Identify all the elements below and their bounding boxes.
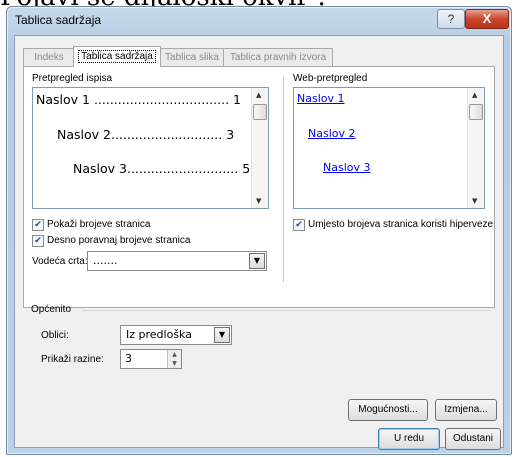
dropdown-arrow-icon[interactable]: ▼	[214, 327, 230, 343]
tab-table-of-contents[interactable]: Tablica sadržaja	[73, 46, 161, 67]
tab-leader-select[interactable]: ....... ▼	[87, 251, 267, 271]
show-page-numbers-label: Pokaži brojeve stranica	[47, 219, 151, 230]
show-levels-value: 3	[125, 352, 132, 365]
preview-heading-3: Naslov 3............................ 5	[73, 161, 251, 176]
web-preview-scrollbar[interactable]: ▲ ▼	[467, 88, 484, 208]
web-preview-label: Web-pretpregled	[293, 73, 368, 84]
scroll-thumb[interactable]	[253, 104, 267, 120]
tab-table-of-authorities[interactable]: Tablica pravnih izvora	[223, 48, 333, 66]
web-link-heading-1[interactable]: Naslov 1	[297, 92, 345, 105]
tab-panel: Pretpregled ispisa Naslov 1 ............…	[23, 66, 495, 308]
preview-divider	[283, 77, 284, 282]
cancel-button[interactable]: Odustani	[445, 428, 501, 450]
use-hyperlinks-checkbox[interactable]: ✔	[293, 219, 305, 231]
scroll-thumb[interactable]	[469, 104, 483, 120]
scroll-down-icon[interactable]: ▼	[472, 197, 477, 205]
tab-table-of-figures[interactable]: Tablica slika	[159, 48, 225, 66]
show-page-numbers-checkbox[interactable]: ✔	[32, 219, 44, 231]
dropdown-arrow-icon[interactable]: ▼	[249, 253, 265, 269]
web-preview-box: Naslov 1 Naslov 2 Naslov 3 ▲ ▼	[293, 87, 485, 209]
spin-up-icon[interactable]: ▲	[168, 350, 181, 359]
close-button[interactable]: X	[465, 9, 509, 29]
scroll-down-icon[interactable]: ▼	[256, 197, 261, 205]
scroll-up-icon[interactable]: ▲	[472, 91, 477, 99]
show-levels-spinner[interactable]: 3 ▲ ▼	[120, 349, 182, 369]
dialog-title: Tablica sadržaja	[15, 13, 102, 27]
preview-heading-1: Naslov 1 ...............................…	[36, 92, 241, 107]
web-link-heading-3[interactable]: Naslov 3	[323, 161, 371, 174]
formats-label: Oblici:	[41, 330, 69, 341]
print-preview-box: Naslov 1 ...............................…	[32, 87, 269, 209]
ok-button[interactable]: U redu	[378, 428, 440, 450]
help-button[interactable]: ?	[437, 9, 465, 29]
general-group-line	[83, 310, 491, 311]
print-preview-label: Pretpregled ispisa	[32, 73, 113, 84]
spinner-buttons[interactable]: ▲ ▼	[167, 350, 181, 368]
formats-select[interactable]: Iz predloška ▼	[120, 325, 232, 345]
title-bar[interactable]: Tablica sadržaja ? X	[7, 7, 511, 35]
right-align-page-numbers-checkbox[interactable]: ✔	[32, 235, 44, 247]
dialog-client-area: Indeks Tablica sadržaja Tablica slika Ta…	[14, 35, 504, 450]
general-group-label: Općenito	[31, 304, 72, 315]
preview-heading-2: Naslov 2............................ 3	[57, 127, 235, 142]
print-preview-scrollbar[interactable]: ▲ ▼	[251, 88, 268, 208]
spin-down-icon[interactable]: ▼	[168, 359, 181, 368]
modify-button[interactable]: Izmjena...	[435, 399, 497, 421]
tab-index[interactable]: Indeks	[23, 48, 75, 66]
web-link-heading-2[interactable]: Naslov 2	[308, 127, 356, 140]
use-hyperlinks-label: Umjesto brojeva stranica koristi hiperve…	[308, 219, 494, 230]
options-button[interactable]: Mogućnosti...	[348, 399, 428, 421]
formats-value: Iz predloška	[126, 328, 192, 341]
table-of-contents-dialog: Tablica sadržaja ? X Indeks Tablica sadr…	[6, 6, 512, 455]
scroll-up-icon[interactable]: ▲	[256, 91, 261, 99]
right-align-page-numbers-label: Desno poravnaj brojeve stranica	[47, 235, 191, 246]
tab-leader-label: Vodeća crta:	[32, 256, 88, 267]
tab-leader-value: .......	[93, 254, 118, 267]
show-levels-label: Prikaži razine:	[41, 354, 104, 365]
